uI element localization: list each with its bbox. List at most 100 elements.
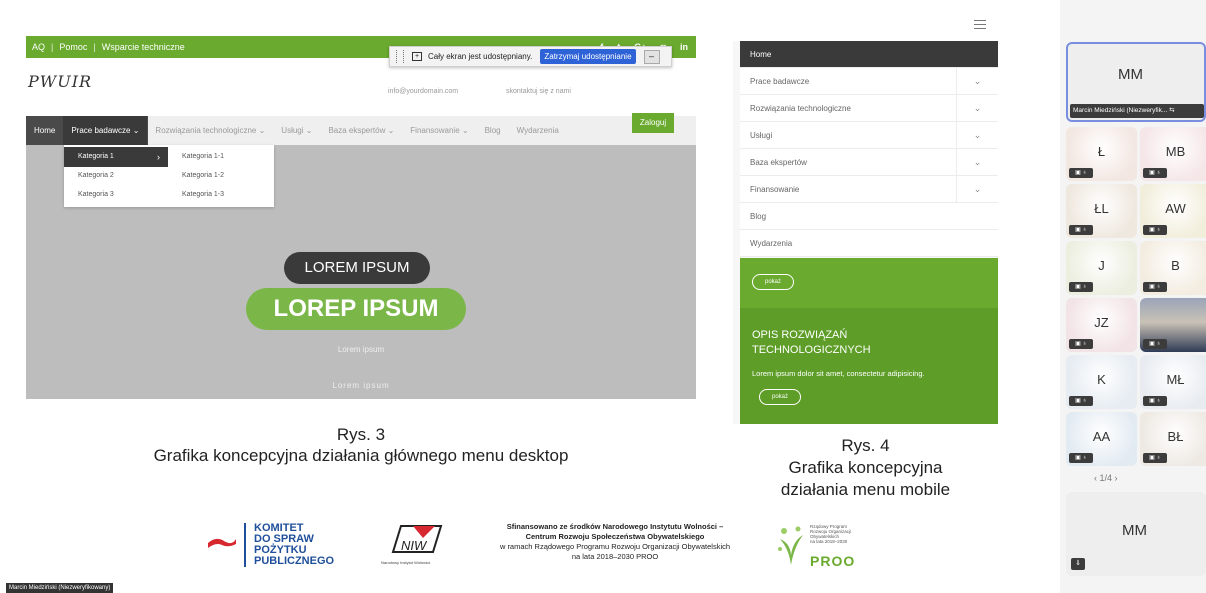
nav-blog: Blog bbox=[484, 126, 501, 135]
topbar-faq: AQ bbox=[32, 42, 46, 52]
mobile-mockup: pokaż OPIS ROZWIĄZAŃ TECHNOLOGICZNYCH Lo… bbox=[733, 12, 998, 424]
participant-tile[interactable]: AA ▣ ♁ bbox=[1066, 412, 1137, 466]
dropdown-subitem: Kategoria 1-1 bbox=[182, 153, 225, 160]
dropdown-subitem: Kategoria 1-2 bbox=[182, 172, 225, 179]
mute-status-icon: ▣ ♁ bbox=[1069, 168, 1093, 178]
participant-tile[interactable]: MŁ ▣ ♁ bbox=[1140, 355, 1206, 409]
avatar: J bbox=[1098, 258, 1105, 273]
nav-baza-ekspertow: Baza ekspertów ⌄ bbox=[328, 126, 395, 135]
dropdown-menu: Kategoria 1 › Kategoria 2 Kategoria 3 Kat… bbox=[64, 145, 274, 207]
mute-status-icon: ▣ ♁ bbox=[1143, 168, 1167, 178]
avatar: Ł bbox=[1097, 144, 1106, 159]
mute-status-icon: ▣ ♁ bbox=[1069, 225, 1093, 235]
stop-sharing-button[interactable]: Zatrzymaj udostępnianie bbox=[540, 49, 636, 64]
mute-status-icon: ▣ ♁ bbox=[1069, 339, 1093, 349]
chevron-down-icon: ⌄ bbox=[956, 95, 998, 122]
mute-status-icon: ▣ ♁ bbox=[1143, 225, 1167, 235]
participant-tile[interactable]: JZ ▣ ♁ bbox=[1066, 298, 1137, 352]
avatar: JZ bbox=[1094, 315, 1109, 330]
mobile-menu-item: Blog bbox=[740, 203, 998, 230]
avatar: MB bbox=[1165, 144, 1186, 159]
chevron-down-icon: ⌄ bbox=[956, 176, 998, 203]
mobile-heading: OPIS ROZWIĄZAŃ TECHNOLOGICZNYCH bbox=[752, 329, 871, 356]
pagination[interactable]: ‹ 1/4 › bbox=[1094, 473, 1118, 483]
participant-tile[interactable]: MB ▣ ♁ bbox=[1140, 127, 1206, 181]
participant-tile[interactable]: B ▣ ♁ bbox=[1140, 241, 1206, 295]
drag-handle[interactable] bbox=[396, 50, 404, 63]
chevron-right-icon: › bbox=[157, 152, 160, 162]
mute-status-icon: ▣ ♁ bbox=[1069, 282, 1093, 292]
participant-name: Marcin Miedziński (Niezweryfik... ⇆ bbox=[1070, 104, 1204, 118]
mute-status-icon: ▣ ♁ bbox=[1143, 453, 1167, 463]
nav-rozwiazania: Rozwiązania technologiczne ⌄ bbox=[155, 126, 266, 135]
participant-tile-video[interactable]: ▣ ♁ bbox=[1140, 298, 1206, 352]
hero-pill-dark: LOREM IPSUM bbox=[284, 252, 430, 284]
nav-finansowanie: Finansowanie ⌄ bbox=[410, 126, 469, 135]
site-logo: PWUIR bbox=[28, 72, 93, 91]
avatar: B bbox=[1171, 258, 1180, 273]
avatar: ŁL bbox=[1094, 201, 1109, 216]
shared-screen: AQ | Pomoc | Wsparcie techniczne f t G+ … bbox=[0, 0, 1060, 593]
dropdown-item: Kategoria 2 bbox=[78, 172, 114, 179]
avatar: AW bbox=[1165, 201, 1186, 216]
hero-text: Lorem ipsum bbox=[332, 381, 390, 390]
login-button: Zaloguj bbox=[632, 113, 674, 133]
komitet-flag-logo bbox=[208, 538, 236, 548]
participant-tile[interactable]: K ▣ ♁ bbox=[1066, 355, 1137, 409]
dropdown-item: Kategoria 1 › bbox=[64, 147, 168, 167]
participant-tile-presenter[interactable]: MM Marcin Miedziński (Niezweryfik... ⇆ bbox=[1066, 42, 1206, 122]
avatar: MM bbox=[1118, 66, 1143, 83]
topbar-support: Wsparcie techniczne bbox=[101, 42, 185, 52]
svg-text:NIW: NIW bbox=[401, 538, 428, 553]
komitet-logo-text: KOMITET DO SPRAW POŻYTKU PUBLICZNEGO bbox=[254, 522, 335, 567]
mobile-menu-item: Rozwiązania technologiczne ⌄ bbox=[740, 95, 998, 122]
funding-text: Sfinansowano ze środków Narodowego Insty… bbox=[499, 522, 731, 561]
mute-status-icon: ▣ ♁ bbox=[1143, 396, 1167, 406]
nav-uslugi: Usługi ⌄ bbox=[281, 126, 313, 135]
chevron-down-icon: ⌄ bbox=[956, 68, 998, 95]
minimize-button[interactable]: – bbox=[643, 49, 660, 64]
nav-wydarzenia: Wydarzenia bbox=[516, 126, 559, 135]
chevron-down-icon: ⌄ bbox=[956, 149, 998, 176]
mute-status-icon: ▣ ♁ bbox=[1143, 282, 1167, 292]
avatar: K bbox=[1097, 372, 1106, 387]
mobile-green-section bbox=[740, 308, 998, 424]
hamburger-icon bbox=[974, 20, 986, 29]
mute-status-icon: ▣ ♁ bbox=[1069, 396, 1093, 406]
pokaz-button: pokaż bbox=[759, 389, 801, 405]
proo-leaf-icon bbox=[778, 526, 803, 565]
mobile-caption: Rys. 4 Grafika koncepcyjna działania men… bbox=[780, 436, 951, 499]
mobile-menu-item: Prace badawcze ⌄ bbox=[740, 68, 998, 95]
mute-status-icon: ▣ ♁ bbox=[1069, 453, 1093, 463]
topbar-separator: | bbox=[93, 42, 96, 52]
avatar: AA bbox=[1092, 429, 1111, 444]
participant-tile[interactable]: BŁ ▣ ♁ bbox=[1140, 412, 1206, 466]
share-message: Cały ekran jest udostępniany. bbox=[428, 52, 533, 61]
avatar: MŁ bbox=[1166, 372, 1185, 387]
topbar-separator: | bbox=[51, 42, 54, 52]
presenter-name-bar: Marcin Miedziński (Niezweryfikowany) bbox=[6, 583, 114, 593]
linkedin-icon: in bbox=[680, 42, 688, 52]
hand-icon: ⇓ bbox=[1071, 558, 1085, 570]
contact-call: skontaktuj się z nami bbox=[506, 88, 571, 95]
mobile-menu-item: Wydarzenia bbox=[740, 230, 998, 257]
nav-home: Home bbox=[34, 126, 56, 135]
nav-prace-badawcze: Prace badawcze ⌄ bbox=[63, 116, 148, 145]
avatar: BŁ bbox=[1167, 429, 1184, 444]
participant-tile[interactable]: AW ▣ ♁ bbox=[1140, 184, 1206, 238]
contact-email: info@yourdomain.com bbox=[388, 88, 459, 95]
mobile-menu-item: Finansowanie ⌄ bbox=[740, 176, 998, 203]
mute-status-icon: ▣ ♁ bbox=[1143, 339, 1167, 349]
mobile-paragraph: Lorem ipsum dolor sit amet, consectetur … bbox=[752, 369, 925, 378]
proo-logo-text: PROO bbox=[810, 553, 856, 569]
participant-tile[interactable]: Ł ▣ ♁ bbox=[1066, 127, 1137, 181]
participant-tile[interactable]: ŁL ▣ ♁ bbox=[1066, 184, 1137, 238]
participant-tile-self[interactable]: MM ⇓ bbox=[1066, 492, 1206, 576]
mobile-menu-item: Baza ekspertów ⌄ bbox=[740, 149, 998, 176]
participant-tile[interactable]: J ▣ ♁ bbox=[1066, 241, 1137, 295]
niw-subtitle: Narodowy Instytut Wolności bbox=[381, 560, 431, 565]
desktop-mockup: AQ | Pomoc | Wsparcie techniczne f t G+ … bbox=[26, 36, 696, 399]
chevron-down-icon: ⌄ bbox=[956, 122, 998, 149]
desktop-caption: Rys. 3 Grafika koncepcyjna działania głó… bbox=[153, 425, 569, 465]
mobile-menu: Home Prace badawcze ⌄ Rozwiązania technol… bbox=[740, 41, 998, 257]
